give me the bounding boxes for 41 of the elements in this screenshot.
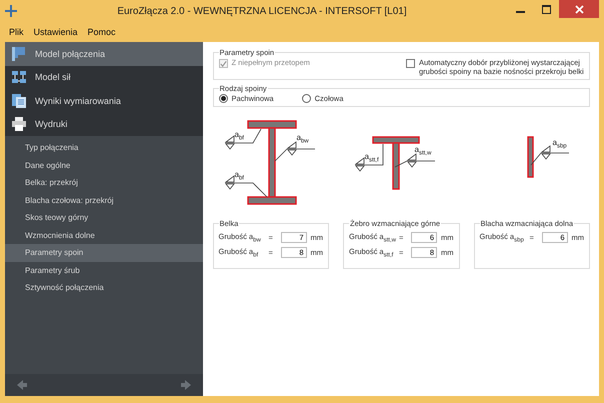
- menu-item[interactable]: Pomoc: [84, 25, 120, 39]
- sidebar-item[interactable]: Blacha czołowa: przekrój: [5, 192, 202, 209]
- app-logo-icon: [5, 5, 17, 17]
- weld-label: a$_{stt,f}$: [364, 152, 379, 166]
- weld-label: a$_{bf}$: [234, 170, 244, 184]
- weld-label: a$_{bw}$: [296, 133, 309, 147]
- checkbox-box[interactable]: [406, 59, 415, 68]
- sidebar-item[interactable]: Wzmocnienia dolne: [5, 226, 202, 244]
- sidebar-item[interactable]: Parametry spoin: [5, 244, 202, 262]
- document-icon: [11, 92, 27, 109]
- sidebar-item[interactable]: Typ połączenia: [5, 139, 202, 156]
- weld-symbol: [274, 141, 315, 162]
- weld-label: a$_{stt,w}$: [414, 145, 432, 159]
- sidebar-item[interactable]: Belka: przekrój: [5, 174, 202, 192]
- sidebar-item[interactable]: Dane ogólne: [5, 156, 202, 174]
- sidebar-item[interactable]: Parametry śrub: [5, 262, 202, 279]
- nav-item[interactable]: Model połączenia: [5, 42, 202, 66]
- radio-button[interactable]: [302, 94, 311, 103]
- nav-item[interactable]: Model sił: [5, 66, 202, 89]
- weld-symbol: [530, 145, 569, 166]
- minimize-icon: [516, 11, 524, 13]
- maximize-icon: [542, 4, 550, 14]
- radio-button[interactable]: [218, 94, 228, 103]
- plate-shape: [526, 136, 534, 178]
- close-button[interactable]: [559, 0, 599, 18]
- weld-symbol: [354, 144, 383, 172]
- sidebar-item[interactable]: Sztywność połączenia: [5, 279, 202, 296]
- nav-item[interactable]: Wyniki wymiarowania: [5, 89, 202, 112]
- weld-label: a$_{sbp}$: [552, 138, 567, 152]
- close-icon: [574, 4, 584, 14]
- weld-label: a$_{bf}$: [234, 130, 244, 144]
- checkmark-icon: [220, 60, 226, 68]
- flag-icon: [11, 46, 27, 62]
- window-title: EuroZłącza 2.0 - WEWNĘTRZNA LICENCJA - INTERSOFT [L01]: [116, 6, 408, 16]
- diagram-icon: [11, 69, 27, 86]
- weld-symbol: [224, 128, 261, 150]
- nav-item[interactable]: Wydruki: [5, 112, 202, 136]
- printer-icon: [11, 116, 27, 132]
- menu-item[interactable]: Ustawienia: [30, 25, 82, 39]
- menu-item[interactable]: Plik: [5, 25, 28, 39]
- sidebar-item[interactable]: Skos teowy górny: [5, 209, 202, 226]
